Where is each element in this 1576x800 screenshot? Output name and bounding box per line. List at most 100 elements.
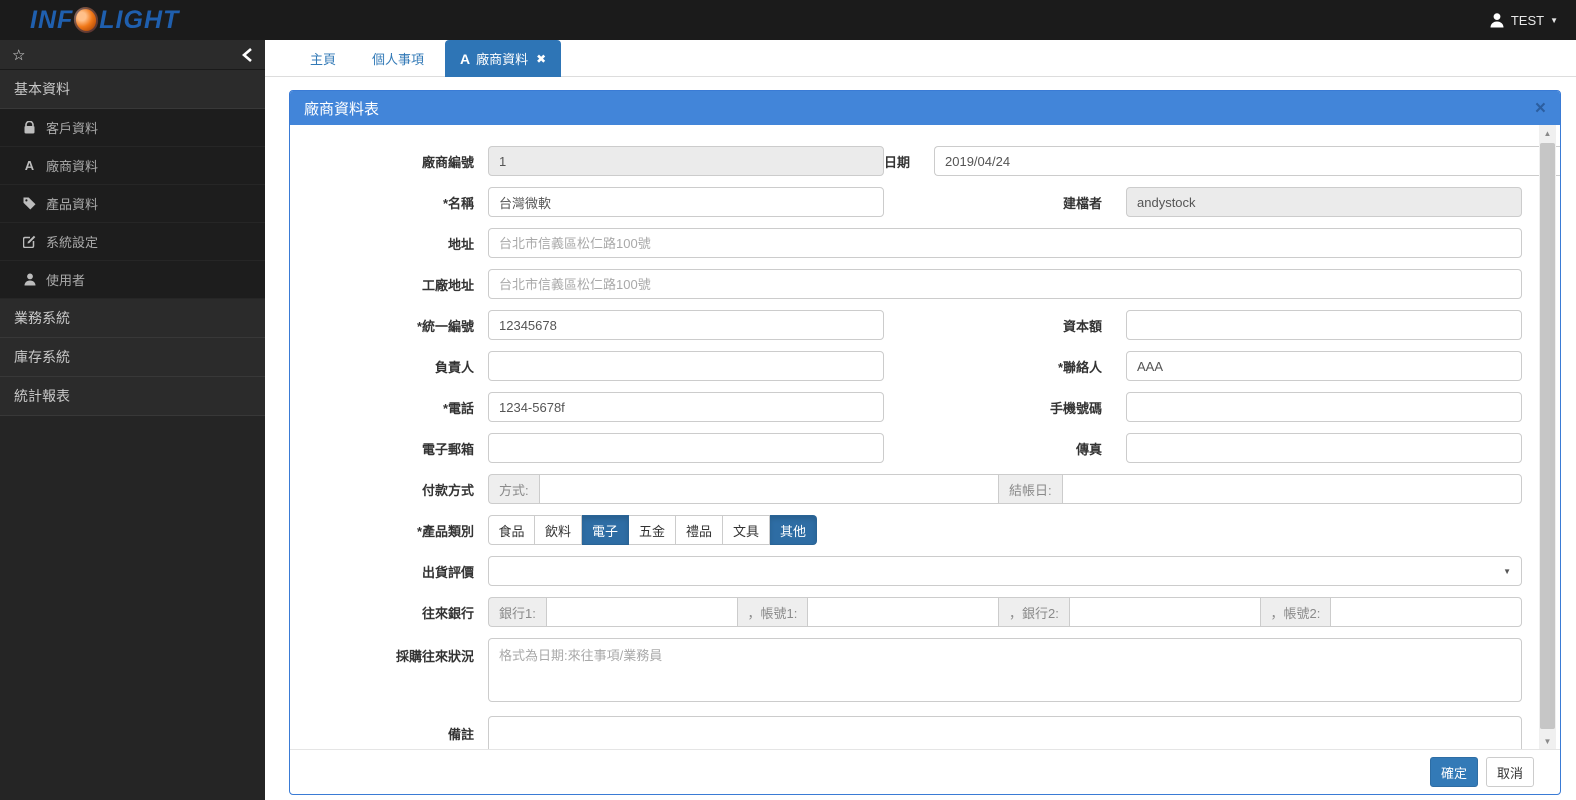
closing-day-field[interactable]	[1061, 474, 1522, 504]
logo-text-right: LIGHT	[99, 5, 180, 34]
payment-method-addon: 方式:	[488, 474, 539, 504]
mobile-label: 手機號碼	[1049, 400, 1102, 416]
vendor-id-label: 廠商編號	[421, 154, 474, 170]
vendor-id-field	[488, 146, 884, 176]
username: TEST	[1510, 12, 1545, 28]
tab-home[interactable]: 主頁	[295, 41, 351, 76]
vendor-form-panel: 廠商資料表 × 廠商編號 日期	[289, 90, 1561, 795]
category-electronics-button[interactable]: 電子	[582, 515, 629, 545]
topbar: INF LIGHT TEST ▼	[0, 0, 1576, 40]
account2-addon: ，帳號2:	[1260, 597, 1331, 627]
sidebar-collapse-icon[interactable]	[242, 47, 253, 62]
panel-title: 廠商資料表	[304, 100, 380, 118]
email-label: 電子郵箱	[421, 441, 474, 457]
address-field[interactable]	[488, 228, 1522, 258]
scrollbar-thumb[interactable]	[1540, 143, 1555, 729]
panel-body: 廠商編號 日期	[290, 125, 1560, 749]
sidebar-item-label: 客戶資料	[46, 121, 99, 136]
payment-method-field[interactable]	[538, 474, 999, 504]
logo-text-left: INF	[30, 5, 74, 34]
sidebar-item-label: 廠商資料	[46, 159, 99, 174]
date-label: 日期	[884, 154, 911, 170]
payment-label: 付款方式	[421, 482, 474, 498]
edit-icon	[22, 235, 37, 248]
close-icon[interactable]: ×	[1535, 99, 1546, 118]
creator-label: 建檔者	[1062, 195, 1102, 211]
sidebar-item-customer[interactable]: 客戶資料	[0, 109, 265, 147]
phone-label: *電話	[442, 400, 474, 416]
chevron-down-icon: ▼	[1550, 15, 1558, 25]
closing-day-addon: 結帳日:	[999, 474, 1062, 504]
sidebar-section-label: 業務系統	[14, 310, 70, 326]
infolight-logo: INF LIGHT	[30, 3, 180, 37]
favorites-star-icon[interactable]: ☆	[12, 46, 25, 64]
category-label: *產品類別	[416, 523, 474, 539]
sidebar-section-inventory[interactable]: 庫存系統	[0, 338, 265, 377]
sidebar-submenu: 客戶資料 A 廠商資料 產品資料 系統設定 使用者	[0, 109, 265, 299]
bank1-addon: 銀行1:	[488, 597, 546, 627]
sidebar-section-basic[interactable]: 基本資料	[0, 70, 265, 109]
bank1-field[interactable]	[545, 597, 738, 627]
tab-vendor-active[interactable]: A 廠商資料 ✖	[445, 40, 562, 77]
tax-id-label: *統一編號	[416, 318, 474, 334]
category-gift-button[interactable]: 禮品	[676, 515, 723, 545]
sidebar-item-user[interactable]: 使用者	[0, 261, 265, 299]
account1-field[interactable]	[807, 597, 999, 627]
category-drink-button[interactable]: 飲料	[535, 515, 582, 545]
sidebar-section-reports[interactable]: 統計報表	[0, 377, 265, 416]
user-icon	[22, 273, 37, 286]
email-field[interactable]	[488, 433, 884, 463]
user-menu[interactable]: TEST ▼	[1489, 12, 1558, 28]
account2-field[interactable]	[1330, 597, 1522, 627]
phone-field[interactable]	[488, 392, 884, 422]
panel-footer: 確定 取消	[290, 749, 1560, 794]
lock-icon	[22, 121, 37, 134]
sidebar-section-sales[interactable]: 業務系統	[0, 299, 265, 338]
sidebar-item-product[interactable]: 產品資料	[0, 185, 265, 223]
sidebar-item-vendor[interactable]: A 廠商資料	[0, 147, 265, 185]
remark-label: 備註	[447, 727, 474, 742]
capital-label: 資本額	[1062, 318, 1102, 334]
sidebar-item-label: 系統設定	[46, 235, 99, 250]
cancel-button[interactable]: 取消	[1485, 757, 1534, 787]
account1-addon: ，帳號1:	[737, 597, 808, 627]
font-a-icon: A	[24, 158, 35, 173]
bank2-field[interactable]	[1068, 597, 1261, 627]
sidebar-header: ☆	[0, 40, 265, 70]
close-icon[interactable]: ✖	[536, 52, 546, 66]
contact-label: *聯絡人	[1057, 359, 1102, 375]
tab-personal[interactable]: 個人事項	[357, 41, 439, 76]
date-field[interactable]	[934, 146, 1560, 176]
tax-id-field[interactable]	[488, 310, 884, 340]
sidebar-section-label: 統計報表	[14, 388, 70, 404]
remark-field[interactable]	[488, 716, 1522, 749]
category-other-button[interactable]: 其他	[770, 515, 817, 545]
name-field[interactable]	[488, 187, 884, 217]
fax-label: 傳真	[1075, 441, 1102, 457]
factory-address-field[interactable]	[488, 269, 1522, 299]
category-food-button[interactable]: 食品	[488, 515, 535, 545]
mobile-field[interactable]	[1126, 392, 1522, 422]
user-icon	[1490, 13, 1504, 28]
scroll-down-icon[interactable]: ▼	[1539, 733, 1556, 749]
panel-scrollbar[interactable]: ▲ ▼	[1539, 125, 1556, 749]
sidebar-item-settings[interactable]: 系統設定	[0, 223, 265, 261]
scroll-up-icon[interactable]: ▲	[1539, 125, 1556, 141]
category-stationery-button[interactable]: 文具	[723, 515, 770, 545]
capital-field[interactable]	[1126, 310, 1522, 340]
contact-field[interactable]	[1126, 351, 1522, 381]
owner-field[interactable]	[488, 351, 884, 381]
rating-select[interactable]: ▼	[488, 556, 1522, 586]
chevron-down-icon: ▼	[1503, 567, 1511, 576]
tab-label: 個人事項	[372, 52, 425, 67]
confirm-button[interactable]: 確定	[1429, 757, 1478, 787]
purchase-status-label: 採購往來狀況	[395, 649, 474, 664]
fax-field[interactable]	[1126, 433, 1522, 463]
tag-icon	[22, 197, 37, 210]
purchase-status-field[interactable]	[488, 638, 1522, 702]
sidebar-section-label: 庫存系統	[14, 349, 70, 365]
tab-label: 廠商資料	[476, 52, 529, 67]
category-hardware-button[interactable]: 五金	[629, 515, 676, 545]
category-button-group: 食品 飲料 電子 五金 禮品 文具 其他	[488, 515, 817, 545]
name-label: *名稱	[442, 195, 474, 211]
